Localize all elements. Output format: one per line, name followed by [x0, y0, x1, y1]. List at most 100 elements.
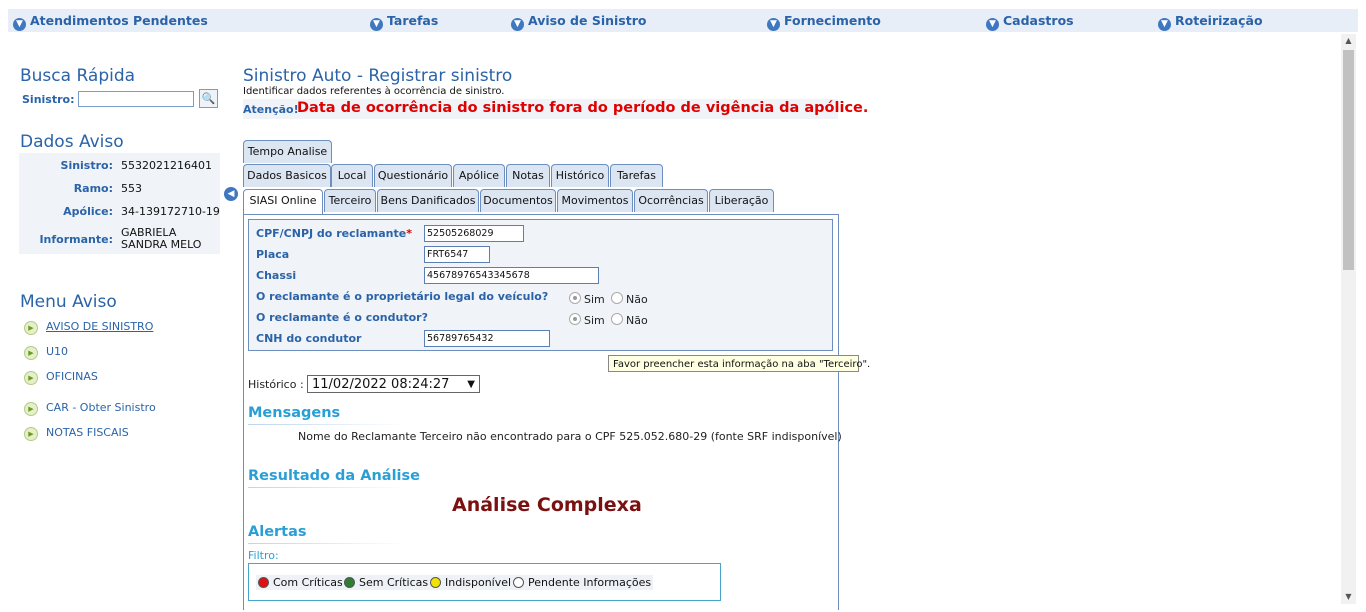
tab-historico[interactable]: Histórico [551, 164, 609, 187]
search-button[interactable]: 🔍 [199, 89, 218, 108]
white-dot-icon [513, 577, 524, 588]
menu-aviso-title: Menu Aviso [20, 292, 117, 312]
divider [248, 487, 408, 488]
menu-item-u10[interactable]: ▶ U10 [24, 345, 68, 360]
yellow-dot-icon [430, 577, 441, 588]
cnh-input[interactable]: 56789765432 [424, 330, 550, 347]
tab-tempo-analise[interactable]: Tempo Analise [243, 140, 332, 163]
historico-select[interactable]: 11/02/2022 08:24:27 ▼ [307, 375, 480, 393]
nav-cadastros[interactable]: ▼ Cadastros [986, 13, 1074, 31]
reclamante-form: CPF/CNPJ do reclamante* 52505268029 Plac… [248, 219, 833, 351]
cnh-label: CNH do condutor [256, 332, 362, 345]
tab-siasi-online[interactable]: SIASI Online [243, 189, 323, 214]
placa-label: Placa [256, 248, 290, 261]
tab-local[interactable]: Local [331, 164, 373, 187]
warning-message: Data de ocorrência do sinistro fora do p… [297, 100, 869, 116]
placa-input[interactable]: FRT6547 [424, 246, 490, 263]
chassi-label: Chassi [256, 269, 297, 282]
proprietario-question: O reclamante é o proprietário legal do v… [256, 290, 549, 303]
nav-fornecimento[interactable]: ▼ Fornecimento [767, 13, 881, 31]
warning-label: Atenção! [243, 103, 299, 116]
sinistro-search-input[interactable] [78, 91, 194, 107]
tab-terceiro[interactable]: Terceiro [324, 189, 376, 212]
cpf-label: CPF/CNPJ do reclamante* [256, 227, 412, 240]
filtro-label: Filtro: [248, 549, 279, 562]
proprietario-nao-radio[interactable] [611, 292, 623, 304]
tab-apolice[interactable]: Apólice [453, 164, 505, 187]
arrow-right-icon: ▶ [24, 402, 38, 416]
menu-item-notas-fiscais[interactable]: ▶ NOTAS FISCAIS [24, 426, 129, 441]
divider [248, 543, 408, 544]
chevron-down-icon: ▼ [370, 18, 383, 31]
scroll-down-icon[interactable]: ▼ [1341, 590, 1356, 604]
cpf-input[interactable]: 52505268029 [424, 225, 524, 242]
arrow-right-icon: ▶ [24, 371, 38, 385]
alertas-heading: Alertas [248, 524, 307, 540]
collapse-left-icon[interactable]: ◀ [224, 187, 238, 201]
tab-ocorrencias[interactable]: Ocorrências [634, 189, 708, 212]
search-icon: 🔍 [201, 92, 216, 105]
mensagens-heading: Mensagens [248, 405, 341, 421]
filter-indisponivel[interactable]: Indisponível [428, 575, 514, 590]
condutor-question: O reclamante é o condutor? [256, 311, 428, 324]
dados-key: Ramo: [73, 182, 113, 195]
arrow-right-icon: ▶ [24, 346, 38, 360]
scroll-up-icon[interactable]: ▲ [1341, 34, 1356, 48]
sim-label: Sim [584, 314, 605, 327]
arrow-right-icon: ▶ [24, 427, 38, 441]
tab-notas[interactable]: Notas [506, 164, 550, 187]
tab-movimentos[interactable]: Movimentos [557, 189, 633, 212]
tab-documentos[interactable]: Documentos [480, 189, 556, 212]
scrollbar-thumb[interactable] [1343, 50, 1354, 270]
nav-tarefas[interactable]: ▼ Tarefas [370, 13, 438, 31]
sinistro-search-label: Sinistro: [22, 93, 75, 106]
nav-roteirizacao[interactable]: ▼ Roteirização [1158, 13, 1263, 31]
divider [248, 424, 408, 425]
tab-bens-danificados[interactable]: Bens Danificados [377, 189, 479, 212]
mensagem-text: Nome do Reclamante Terceiro não encontra… [298, 430, 842, 443]
sim-label: Sim [584, 293, 605, 306]
historico-selected-value: 11/02/2022 08:24:27 [312, 377, 450, 392]
busca-rapida-title: Busca Rápida [20, 66, 136, 86]
chevron-down-icon: ▼ [467, 379, 475, 390]
condutor-nao-radio[interactable] [611, 313, 623, 325]
chevron-down-icon: ▼ [13, 18, 26, 31]
nao-label: Não [626, 293, 648, 306]
resultado-value: Análise Complexa [452, 494, 642, 516]
menu-item-car-obter-sinistro[interactable]: ▶ CAR - Obter Sinistro [24, 401, 156, 416]
green-dot-icon [344, 577, 355, 588]
dados-value: 553 [121, 182, 142, 195]
vertical-scrollbar[interactable]: ▲ ▼ [1341, 34, 1356, 604]
dados-aviso-panel: Sinistro: 5532021216401 Ramo: 553 Apólic… [19, 153, 220, 254]
dados-key: Apólice: [63, 205, 113, 218]
nav-aviso-de-sinistro[interactable]: ▼ Aviso de Sinistro [511, 13, 646, 31]
tab-questionario[interactable]: Questionário [374, 164, 452, 187]
condutor-sim-radio[interactable] [569, 313, 581, 325]
proprietario-sim-radio[interactable] [569, 292, 581, 304]
nao-label: Não [626, 314, 648, 327]
filter-pendente-informacoes[interactable]: Pendente Informações [511, 575, 654, 590]
chevron-down-icon: ▼ [1158, 18, 1171, 31]
filter-com-criticas[interactable]: Com Críticas [256, 575, 345, 590]
menu-item-aviso-de-sinistro[interactable]: ▶ AVISO DE SINISTRO [24, 320, 153, 335]
dados-value: GABRIELA SANDRA MELO [121, 226, 202, 251]
nav-atendimentos-pendentes[interactable]: ▼ Atendimentos Pendentes [13, 13, 208, 31]
filter-sem-criticas[interactable]: Sem Críticas [342, 575, 431, 590]
chevron-down-icon: ▼ [767, 18, 780, 31]
menu-item-oficinas[interactable]: ▶ OFICINAS [24, 370, 98, 385]
tab-dados-basicos[interactable]: Dados Basicos [243, 164, 331, 187]
chevron-down-icon: ▼ [511, 18, 524, 31]
required-marker: * [406, 227, 412, 240]
chassi-input[interactable]: 45678976543345678 [424, 267, 599, 284]
dados-value: 5532021216401 [121, 159, 212, 172]
warning-bar: Atenção! Data de ocorrência do sinistro … [243, 99, 868, 119]
tab-tarefas[interactable]: Tarefas [610, 164, 663, 187]
alert-filter-box: Com Críticas Sem Críticas Indisponível P… [248, 563, 721, 601]
page-subtitle: Identificar dados referentes à ocorrênci… [243, 86, 505, 97]
dados-key: Informante: [39, 233, 113, 246]
resultado-heading: Resultado da Análise [248, 468, 420, 484]
top-navigation: ▼ Atendimentos Pendentes ▼ Tarefas ▼ Aviso … [8, 9, 1358, 32]
red-dot-icon [258, 577, 269, 588]
tooltip: Favor preencher esta informação na aba "… [608, 355, 870, 372]
tab-liberacao[interactable]: Liberação [709, 189, 774, 212]
